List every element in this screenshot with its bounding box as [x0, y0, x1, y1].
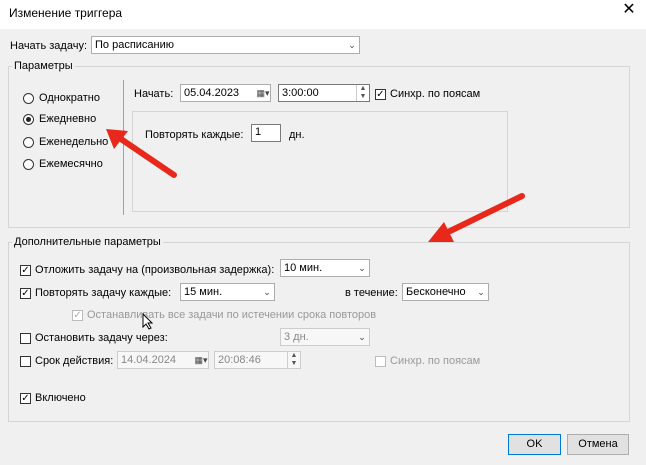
close-button[interactable]: ✕ [621, 2, 637, 18]
duration-select[interactable]: Бесконечно ⌄ [402, 283, 489, 301]
calendar-icon: ▦▾ [256, 87, 270, 98]
cancel-button[interactable]: Отмена [567, 434, 629, 455]
start-time-value: 3:00:00 [282, 87, 319, 99]
radio-monthly-label: Ежемесячно [39, 158, 103, 170]
stop-after-select[interactable]: 3 дн. ⌄ [280, 328, 370, 346]
expire-checkbox[interactable]: Срок действия: [20, 355, 113, 367]
start-label: Начать: [134, 88, 174, 100]
radio-selected-icon [23, 113, 34, 125]
enabled-label: Включено [35, 392, 86, 404]
checkmark-icon: ✓ [20, 264, 31, 276]
radio-daily[interactable]: Ежедневно [23, 113, 96, 125]
delay-select[interactable]: 10 мин. ⌄ [280, 259, 370, 277]
expire-date-value: 14.04.2024 [121, 354, 177, 366]
expire-sync-checkbox[interactable]: Синхр. по поясам [375, 355, 480, 367]
delay-task-checkbox[interactable]: ✓ Отложить задачу на (произвольная задер… [20, 264, 274, 276]
checkmark-icon: ✓ [20, 287, 31, 299]
stop-task-label: Остановить задачу через: [35, 332, 168, 344]
window-title: Изменение триггера [9, 6, 123, 20]
repeat-task-checkbox[interactable]: ✓ Повторять задачу каждые: [20, 287, 171, 299]
advanced-group-label: Дополнительные параметры [12, 236, 163, 248]
enabled-checkbox[interactable]: ✓ Включено [20, 392, 86, 404]
radio-daily-label: Ежедневно [39, 113, 97, 125]
delay-value: 10 мин. [284, 262, 323, 274]
chevron-down-icon: ⌄ [358, 331, 366, 342]
delay-task-label: Отложить задачу на (произвольная задержк… [35, 264, 275, 276]
checkmark-icon: ✓ [375, 88, 386, 100]
start-date-value: 05.04.2023 [184, 87, 240, 99]
repeat-interval-value: 15 мин. [184, 286, 223, 298]
annotation-arrow-1 [106, 129, 177, 178]
checkmark-icon: ✓ [72, 309, 83, 321]
spin-updown-icon[interactable]: ▲ ▼ [356, 85, 369, 101]
start-task-label: Начать задачу: [10, 40, 87, 52]
checkbox-empty-icon [375, 355, 386, 367]
stop-all-checkbox[interactable]: ✓ Останавливать все задачи по истечении … [72, 309, 376, 321]
stop-all-label: Останавливать все задачи по истечении ср… [87, 309, 377, 321]
chevron-down-icon: ⌄ [263, 286, 271, 297]
expire-label: Срок действия: [35, 355, 114, 367]
duration-value: Бесконечно [406, 286, 466, 298]
ok-button[interactable]: OK [508, 434, 561, 455]
chevron-down-icon: ⌄ [477, 286, 485, 297]
expire-time-value: 20:08:46 [218, 354, 261, 366]
repeat-days-input[interactable]: 1 [251, 124, 281, 142]
radio-circle-icon [23, 92, 34, 104]
repeat-interval-select[interactable]: 15 мин. ⌄ [180, 283, 275, 301]
repeat-task-label: Повторять задачу каждые: [35, 287, 172, 299]
mouse-cursor-icon [142, 313, 154, 330]
expire-sync-label: Синхр. по поясам [390, 355, 481, 367]
stop-after-value: 3 дн. [284, 331, 309, 343]
stop-task-checkbox[interactable]: Остановить задачу через: [20, 332, 168, 344]
chevron-down-icon: ⌄ [348, 39, 356, 50]
duration-label: в течение: [345, 287, 398, 299]
radio-circle-icon [23, 158, 34, 170]
radio-monthly[interactable]: Ежемесячно [23, 158, 103, 170]
checkmark-icon: ✓ [20, 392, 31, 404]
start-date-picker[interactable]: 05.04.2023 ▦▾ [180, 84, 271, 102]
radio-once-label: Однократно [39, 92, 100, 104]
radio-once[interactable]: Однократно [23, 92, 100, 104]
repeat-unit-label: дн. [289, 129, 305, 141]
expire-date-picker[interactable]: 14.04.2024 ▦▾ [117, 351, 209, 369]
start-task-select[interactable]: По расписанию ⌄ [91, 36, 360, 54]
radio-circle-icon [23, 136, 34, 148]
start-time-input[interactable]: 3:00:00 ▲ ▼ [278, 84, 370, 102]
chevron-down-icon: ⌄ [358, 262, 366, 273]
sync-timezones-label: Синхр. по поясам [390, 88, 481, 100]
parameters-group-label: Параметры [12, 60, 75, 72]
radio-weekly[interactable]: Еженедельно [23, 136, 108, 148]
spin-updown-icon[interactable]: ▲ ▼ [287, 352, 300, 368]
start-task-value: По расписанию [95, 39, 175, 51]
calendar-icon: ▦▾ [194, 354, 208, 365]
checkbox-empty-icon [20, 355, 31, 367]
annotation-arrow-2 [428, 193, 525, 242]
sync-timezones-checkbox[interactable]: ✓ Синхр. по поясам [375, 88, 480, 100]
radio-weekly-label: Еженедельно [39, 136, 109, 148]
checkbox-empty-icon [20, 332, 31, 344]
expire-time-input[interactable]: 20:08:46 ▲ ▼ [214, 351, 301, 369]
